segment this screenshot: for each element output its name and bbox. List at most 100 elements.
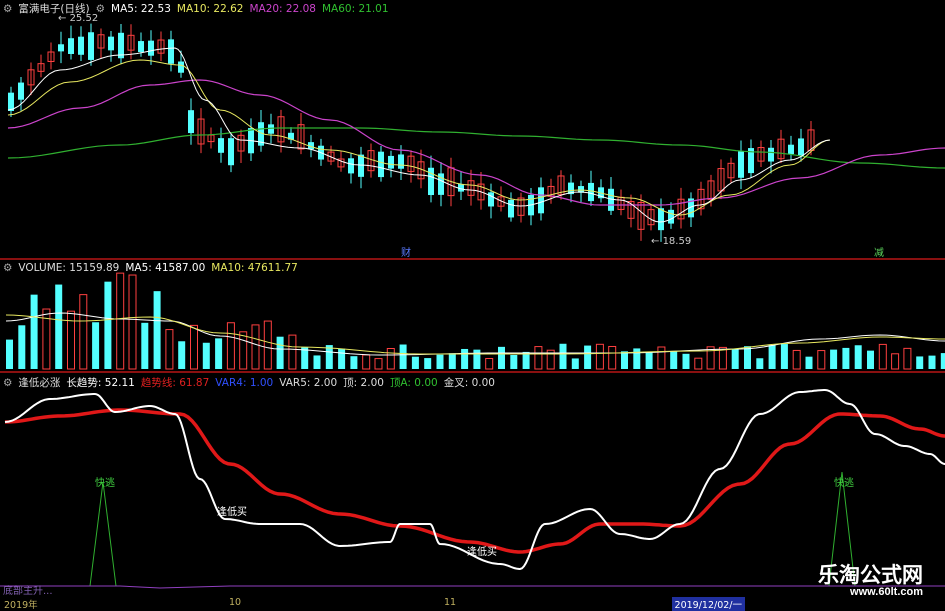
pane-divider[interactable] [0,371,945,373]
volume-bar-down [178,341,186,369]
volume-bar-up [878,343,887,370]
date-tick-11: 11 [444,597,457,608]
pane-divider[interactable] [0,258,945,260]
indicator-pane[interactable]: ⚙ 逢低必涨 长趋势: 52.11 趋势线: 61.87 VAR4: 1.00 VAR5:… [0,374,945,609]
volume-bar-up [608,345,617,370]
volume-bar-down [682,353,690,369]
candle-body-down [88,32,94,60]
low-price-label: ← 18.59 [651,236,692,247]
var4-value: VAR4: 1.00 [215,377,274,389]
candle-body-down [168,39,174,64]
trend-line [4,408,945,554]
volume-bar-down [510,354,518,369]
price-chart[interactable] [0,0,945,258]
candle-body-down [218,138,224,153]
volume-bar-down [424,358,432,369]
trend-line-value: 趋势线: 61.87 [140,377,210,389]
candle-body-down [178,61,184,73]
volume-bar-up [891,353,900,370]
candle-body-down [788,144,794,155]
volume-bar-up [595,343,604,370]
volume-bar-down [854,345,862,369]
candle-body-down [228,138,234,166]
volume-bar-up [128,274,137,370]
volume-bar-down [411,356,419,369]
volume-bar-up [288,334,297,370]
ma10-value: MA10: 22.62 [176,3,244,15]
volume-bar-up [67,310,75,370]
volume-bar-down [301,347,309,369]
volume-bar-down [338,348,346,369]
volume-bar-down [92,322,100,369]
volume-bar-down [571,358,579,369]
volume-bar-up [165,329,174,370]
volume-bar-down [916,356,924,369]
golden-cross-value: 金叉: 0.00 [443,377,495,389]
volume-chart[interactable] [0,261,945,371]
candle-body-down [398,154,404,169]
volume-bar-up [792,349,801,370]
indicator-chart[interactable] [0,374,945,609]
long-trend-value: 长趋势: 52.11 [66,377,135,389]
candle-body-down [58,44,64,52]
bottom-zone-line [0,585,945,589]
volume-bar-down [399,344,407,369]
volume-bar-down [621,351,628,369]
volume-bar-down [780,344,788,369]
watermark-url: www.60lt.com [850,586,923,598]
candle-body-down [768,147,774,162]
volume-bar-down [756,358,764,369]
date-tick-10: 10 [229,597,242,608]
volume-bar-down [104,281,112,369]
settings-icon[interactable]: ⚙ [3,262,12,274]
volume-bar-up [226,322,235,370]
volume-bar-down [940,353,945,369]
volume-bar-down [842,347,850,369]
volume-bar-down [867,350,874,369]
candle-body-down [348,158,354,174]
indicator-header: ⚙ 逢低必涨 长趋势: 52.11 趋势线: 61.87 VAR4: 1.00 VAR5:… [3,375,501,390]
volume-bar-down [584,345,592,369]
candle-body-down [588,182,594,202]
volume-bar-down [731,348,739,369]
volume-bar-up [817,350,826,370]
indicator-name: 逢低必涨 [18,377,61,389]
volume-bar-down [768,345,776,369]
candle-body-down [148,40,154,56]
price-pane[interactable]: ⚙ 富满电子(日线) ⚙ MA5: 22.53 MA10: 22.62 MA20: 22.… [0,0,945,258]
volume-bar-down [473,349,481,369]
candle-body-down [388,155,394,169]
volume-bar-up [239,331,248,370]
settings-icon[interactable]: ⚙ [3,3,12,15]
volume-bar-down [350,356,358,369]
candle-body-down [738,151,744,178]
volume-bar-up [485,358,494,370]
ma5-value: MA5: 22.53 [111,3,171,15]
volume-bar-down [498,346,505,369]
candle-body-down [8,92,14,112]
date-axis[interactable]: 2019年 10 11 2019/12/02/一 [0,597,945,611]
quick-sell-marker: 快逃 [95,478,115,489]
quick-sell-spike-1 [89,481,117,587]
volume-bar-up [386,347,395,370]
candle-body-down [358,154,364,177]
ma5-line [7,47,831,223]
volume-bar-up [534,346,543,370]
volume-bar-up [903,347,912,370]
candle-body-down [378,151,384,178]
candle-body-down [138,41,144,53]
volume-bar-down [633,348,641,369]
candle-body-down [18,82,24,100]
candle-body-down [108,36,114,51]
volume-bar-up [362,354,371,370]
volume-pane[interactable]: ⚙ VOLUME: 15159.89 MA5: 41587.00 MA10: 4761… [0,261,945,371]
top-a-value: 顶A: 0.00 [389,377,438,389]
candle-body-down [268,124,274,134]
financial-report-flag[interactable]: 财 [401,244,411,258]
watermark-title: 乐淘公式网 [818,562,923,587]
settings-icon[interactable]: ⚙ [3,377,12,389]
reduction-flag[interactable]: 减 [874,244,884,258]
volume-header: ⚙ VOLUME: 15159.89 MA5: 41587.00 MA10: 4761… [3,262,304,274]
volume-bar-down [645,351,653,369]
volume-bar-down [559,343,567,369]
